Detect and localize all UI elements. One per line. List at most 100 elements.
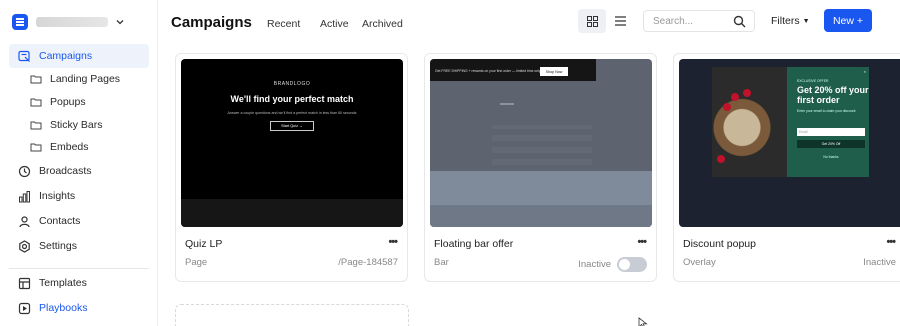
tab-active[interactable]: Active xyxy=(320,18,349,30)
sidebar-item-embeds[interactable]: Embeds xyxy=(30,137,89,157)
sidebar-item-label: Embeds xyxy=(50,141,89,153)
sidebar-item-settings[interactable]: Settings xyxy=(9,234,149,258)
play-icon xyxy=(17,301,31,315)
tab-archived[interactable]: Archived xyxy=(362,18,403,30)
sidebar-item-label: Landing Pages xyxy=(50,73,121,85)
bar-chart-icon xyxy=(17,189,31,203)
app-logo-icon xyxy=(12,14,28,30)
caret-down-icon: ▼ xyxy=(802,17,810,25)
campaign-name[interactable]: Quiz LP xyxy=(185,238,222,250)
sidebar-item-label: Popups xyxy=(50,96,86,108)
sidebar-divider xyxy=(9,268,149,269)
preview-footer xyxy=(181,199,403,227)
raspberry-decoration xyxy=(731,93,739,101)
preview-floating-bar: Get FREE SHIPPING + rewards on your firs… xyxy=(430,59,596,81)
clock-icon xyxy=(17,164,31,178)
filters-dropdown[interactable]: Filters ▼ xyxy=(771,15,810,27)
campaign-path: /Page-184587 xyxy=(338,257,398,268)
status-label: Inactive xyxy=(578,259,611,270)
search-icon[interactable] xyxy=(733,15,746,28)
campaign-card[interactable]: × EXCLUSIVE OFFER Get 20% off your first… xyxy=(673,53,900,282)
raspberry-decoration xyxy=(723,103,731,111)
sidebar-item-templates[interactable]: Templates xyxy=(9,271,149,295)
campaign-type: Overlay xyxy=(683,257,716,268)
campaign-path-text: /Page-184587 xyxy=(338,257,398,268)
campaign-card[interactable]: BRANDLOGO We'll find your perfect match … xyxy=(175,53,408,282)
gear-icon xyxy=(17,239,31,253)
campaign-name[interactable]: Floating bar offer xyxy=(434,238,513,250)
sidebar: Campaigns Landing Pages Popups Sticky Ba… xyxy=(0,0,158,326)
list-icon xyxy=(614,16,626,26)
search-box[interactable] xyxy=(643,10,755,32)
campaign-type: Page xyxy=(185,257,208,268)
preview-button: Get 20% Off xyxy=(797,140,865,148)
status-label: Inactive xyxy=(863,257,896,268)
campaign-card[interactable]: Get FREE SHIPPING + rewards on your firs… xyxy=(424,53,657,282)
campaign-type: Bar xyxy=(434,257,449,268)
sidebar-item-landing-pages[interactable]: Landing Pages xyxy=(30,69,120,89)
template-icon xyxy=(17,276,31,290)
tab-recent[interactable]: Recent xyxy=(267,18,300,30)
preview-headline: Get 20% off your first order xyxy=(797,85,869,105)
preview-logo: BRANDLOGO xyxy=(273,81,311,87)
folder-icon xyxy=(30,98,42,107)
raspberry-decoration xyxy=(743,89,751,97)
sidebar-item-label: Playbooks xyxy=(39,302,88,314)
sidebar-item-label: Contacts xyxy=(39,215,81,227)
preview-footer xyxy=(430,205,652,227)
new-campaign-button[interactable]: New + xyxy=(824,9,872,32)
folder-icon xyxy=(30,121,42,130)
preview-close-icon: × xyxy=(863,69,866,74)
campaign-status: Inactive xyxy=(578,257,647,272)
sidebar-item-label: Settings xyxy=(39,240,77,252)
search-input[interactable] xyxy=(644,11,724,31)
raspberry-decoration xyxy=(717,155,725,163)
preview-eyebrow: EXCLUSIVE OFFER xyxy=(797,79,829,83)
user-icon xyxy=(17,214,31,228)
preview-button: Start Quiz → xyxy=(270,121,314,131)
add-campaign-placeholder[interactable] xyxy=(175,304,409,326)
more-options-icon[interactable]: ••• xyxy=(886,236,896,248)
chevron-down-icon xyxy=(116,20,124,25)
sidebar-item-label: Campaigns xyxy=(39,50,93,62)
preview-popup-panel: × EXCLUSIVE OFFER Get 20% off your first… xyxy=(787,67,869,177)
mouse-cursor-icon xyxy=(638,317,648,326)
preview-dismiss-link: No thanks xyxy=(823,155,839,159)
campaign-preview-thumbnail[interactable]: Get FREE SHIPPING + rewards on your firs… xyxy=(430,59,652,227)
preview-content xyxy=(492,125,592,165)
more-options-icon[interactable]: ••• xyxy=(388,236,398,248)
grid-view-button[interactable] xyxy=(578,9,606,33)
filters-label: Filters xyxy=(771,15,800,27)
campaign-preview-thumbnail[interactable]: × EXCLUSIVE OFFER Get 20% off your first… xyxy=(679,59,900,227)
workspace-name-redacted xyxy=(36,17,108,27)
sidebar-item-label: Broadcasts xyxy=(39,165,92,177)
preview-divider xyxy=(500,103,514,105)
active-toggle[interactable] xyxy=(617,257,647,272)
sidebar-item-label: Sticky Bars xyxy=(50,119,103,131)
folder-icon xyxy=(30,75,42,84)
grid-icon xyxy=(586,15,598,27)
list-view-button[interactable] xyxy=(611,9,629,33)
preview-bar-button: Shop Now xyxy=(540,67,568,76)
campaign-status: Inactive xyxy=(863,257,896,268)
sidebar-item-broadcasts[interactable]: Broadcasts xyxy=(9,159,149,183)
sidebar-item-contacts[interactable]: Contacts xyxy=(9,209,149,233)
sidebar-item-label: Templates xyxy=(39,277,87,289)
sidebar-item-label: Insights xyxy=(39,190,76,202)
sidebar-item-popups[interactable]: Popups xyxy=(30,92,86,112)
sidebar-item-sticky-bars[interactable]: Sticky Bars xyxy=(30,115,103,135)
sidebar-item-playbooks[interactable]: Playbooks xyxy=(9,296,149,320)
preview-bar-text: Get FREE SHIPPING + rewards on your firs… xyxy=(435,69,541,73)
workspace-switcher[interactable] xyxy=(12,14,124,30)
more-options-icon[interactable]: ••• xyxy=(637,236,647,248)
page-title: Campaigns xyxy=(171,14,252,31)
sidebar-item-insights[interactable]: Insights xyxy=(9,184,149,208)
folder-icon xyxy=(30,143,42,152)
preview-subtext: Enter your email to claim your discount xyxy=(797,109,856,113)
campaign-preview-thumbnail[interactable]: BRANDLOGO We'll find your perfect match … xyxy=(181,59,403,227)
campaigns-icon xyxy=(17,49,31,63)
sidebar-item-campaigns[interactable]: Campaigns xyxy=(9,44,149,68)
campaign-name[interactable]: Discount popup xyxy=(683,238,756,250)
preview-subtext: Answer a couple questions and we'll find… xyxy=(227,111,357,115)
preview-email-field: Email xyxy=(797,128,865,136)
